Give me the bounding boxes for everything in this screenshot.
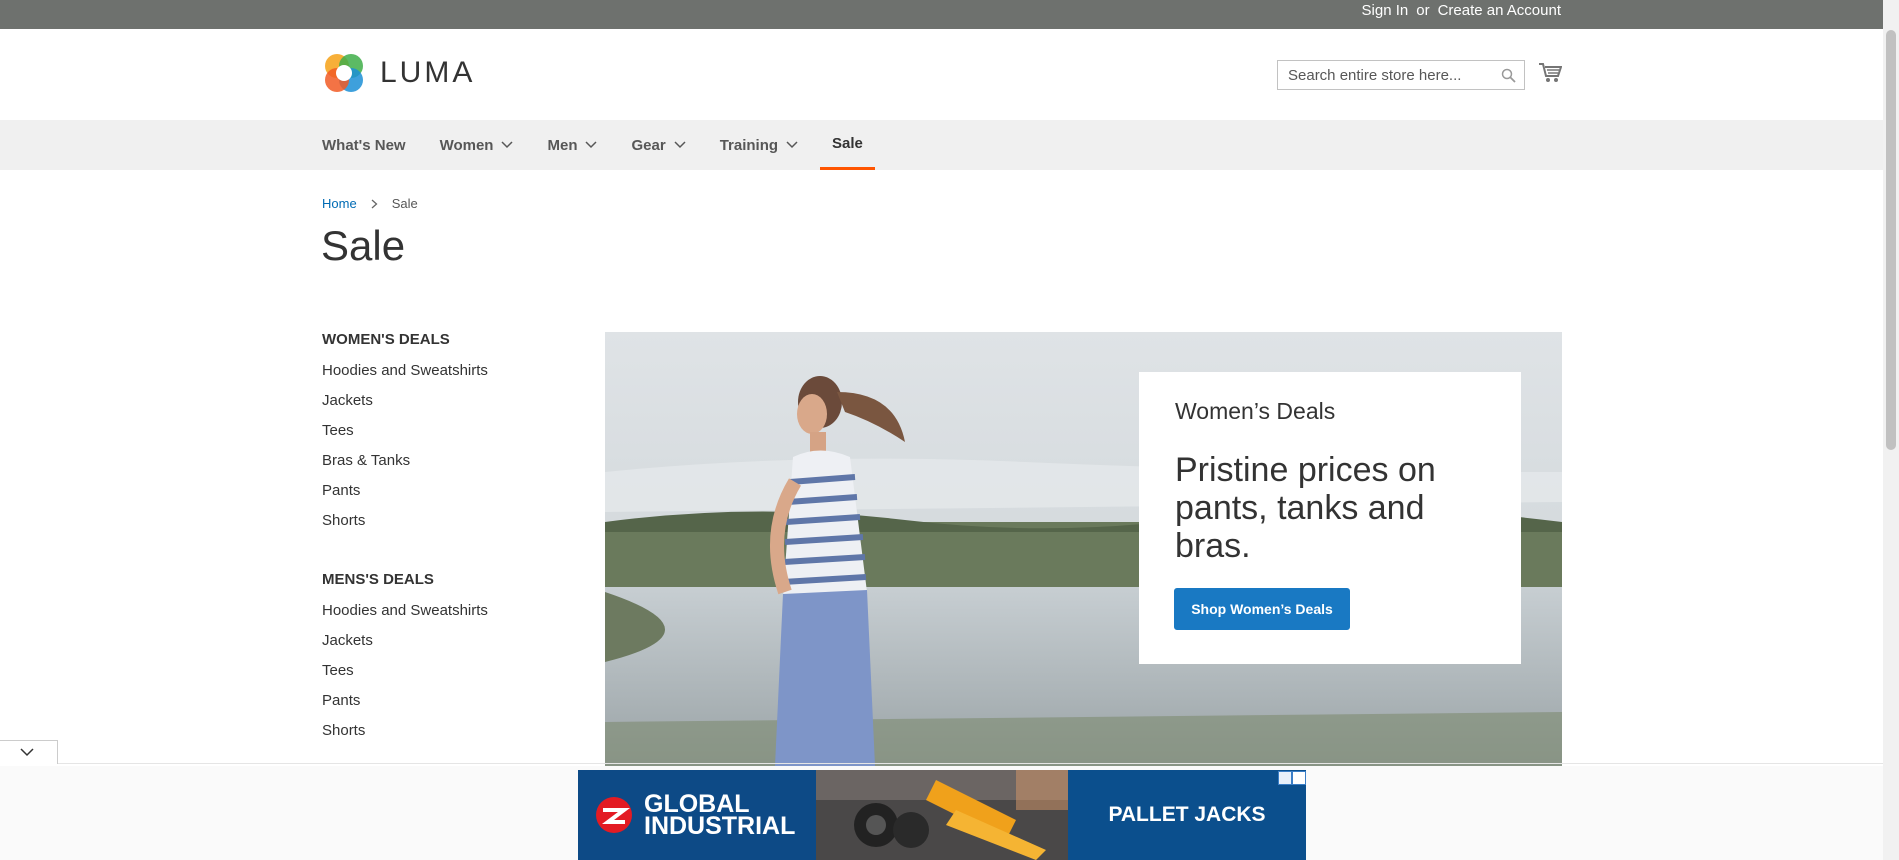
mens-deals-title: MENS'S DEALS <box>322 571 434 588</box>
ad-tagline: PALLET JACKS <box>1108 803 1266 826</box>
main-navigation: What's New Women Men Gear Training Sale <box>0 120 1883 170</box>
logo-text: LUMA <box>380 56 476 89</box>
ad-product-image <box>816 770 1068 860</box>
page-title: Sale <box>321 222 406 269</box>
sidebar-link[interactable]: Jackets <box>322 630 562 660</box>
womens-deals-banner[interactable]: Women’s Deals Pristine prices on pants, … <box>605 332 1562 766</box>
breadcrumb-home-link[interactable]: Home <box>322 196 357 211</box>
sidebar-link[interactable]: Tees <box>322 420 562 450</box>
nav-label: What's New <box>322 136 406 154</box>
mens-deals-group: MENS'S DEALS Hoodies and Sweatshirts Jac… <box>322 570 562 750</box>
collapse-toggle[interactable] <box>0 740 58 764</box>
cart-icon[interactable] <box>1538 62 1562 84</box>
ad-close-icon[interactable] <box>1292 771 1306 785</box>
breadcrumb-current: Sale <box>391 196 418 211</box>
shop-womens-deals-button[interactable]: Shop Women’s Deals <box>1174 588 1350 630</box>
promo-headline: Pristine prices on pants, tanks and bras… <box>1175 451 1436 565</box>
chevron-down-icon <box>585 141 598 149</box>
sidebar-link[interactable]: Pants <box>322 480 562 510</box>
sidebar: WOMEN'S DEALS Hoodies and Sweatshirts Ja… <box>322 330 562 780</box>
header: LUMA <box>0 29 1883 120</box>
nav-item-men[interactable]: Men <box>547 120 609 170</box>
sidebar-link[interactable]: Tees <box>322 660 562 690</box>
nav-item-training[interactable]: Training <box>720 120 810 170</box>
sign-in-link[interactable]: Sign In <box>1362 2 1409 19</box>
nav-label: Men <box>547 136 578 154</box>
divider <box>0 763 1883 764</box>
logo[interactable]: LUMA <box>322 51 475 95</box>
create-account-link[interactable]: Create an Account <box>1438 2 1561 19</box>
nav-item-sale[interactable]: Sale <box>820 120 875 170</box>
chevron-down-icon <box>674 141 686 149</box>
sidebar-link[interactable]: Shorts <box>322 720 562 750</box>
search-icon[interactable] <box>1501 68 1516 83</box>
womens-deals-group: WOMEN'S DEALS Hoodies and Sweatshirts Ja… <box>322 330 562 540</box>
account-links: Sign In or Create an Account <box>1362 0 1561 20</box>
adchoices-icon[interactable] <box>1278 771 1292 785</box>
top-bar: Sign In or Create an Account <box>0 0 1883 29</box>
search-input[interactable] <box>1278 61 1508 89</box>
advertisement[interactable]: GLOBAL INDUSTRIAL PALLET JACKS <box>578 770 1306 860</box>
sidebar-link[interactable]: Hoodies and Sweatshirts <box>322 360 562 390</box>
chevron-right-icon <box>371 199 378 208</box>
nav-label: Sale <box>832 135 863 152</box>
chevron-down-icon <box>501 141 514 149</box>
nav-label: Women <box>439 136 494 154</box>
sidebar-link[interactable]: Shorts <box>322 510 562 540</box>
or-text: or <box>1416 1 1430 19</box>
nav-item-whats-new[interactable]: What's New <box>322 120 418 170</box>
nav-label: Training <box>719 136 779 154</box>
chevron-down-icon <box>20 748 34 757</box>
scrollbar[interactable] <box>1883 0 1899 860</box>
nav-item-gear[interactable]: Gear <box>631 120 697 170</box>
luma-logo-icon <box>325 54 363 92</box>
sidebar-link[interactable]: Bras & Tanks <box>322 450 562 480</box>
sidebar-link[interactable]: Jackets <box>322 390 562 420</box>
global-industrial-logo-icon <box>596 797 632 833</box>
nav-label: Gear <box>631 136 666 154</box>
promo-panel: Women’s Deals Pristine prices on pants, … <box>1139 372 1521 664</box>
ad-brand-area: GLOBAL INDUSTRIAL <box>578 770 816 860</box>
breadcrumb: Home Sale <box>322 196 418 211</box>
search-box <box>1277 60 1525 90</box>
womens-deals-title: WOMEN'S DEALS <box>322 331 450 348</box>
sidebar-link[interactable]: Pants <box>322 690 562 720</box>
scrollbar-thumb[interactable] <box>1886 30 1896 450</box>
chevron-down-icon <box>786 141 798 149</box>
ad-brand-line2: INDUSTRIAL <box>644 812 796 840</box>
promo-kicker: Women’s Deals <box>1175 398 1336 424</box>
sidebar-link[interactable]: Hoodies and Sweatshirts <box>322 600 562 630</box>
ad-brand-text: GLOBAL INDUSTRIAL <box>644 792 796 840</box>
nav-item-women[interactable]: Women <box>440 120 526 170</box>
